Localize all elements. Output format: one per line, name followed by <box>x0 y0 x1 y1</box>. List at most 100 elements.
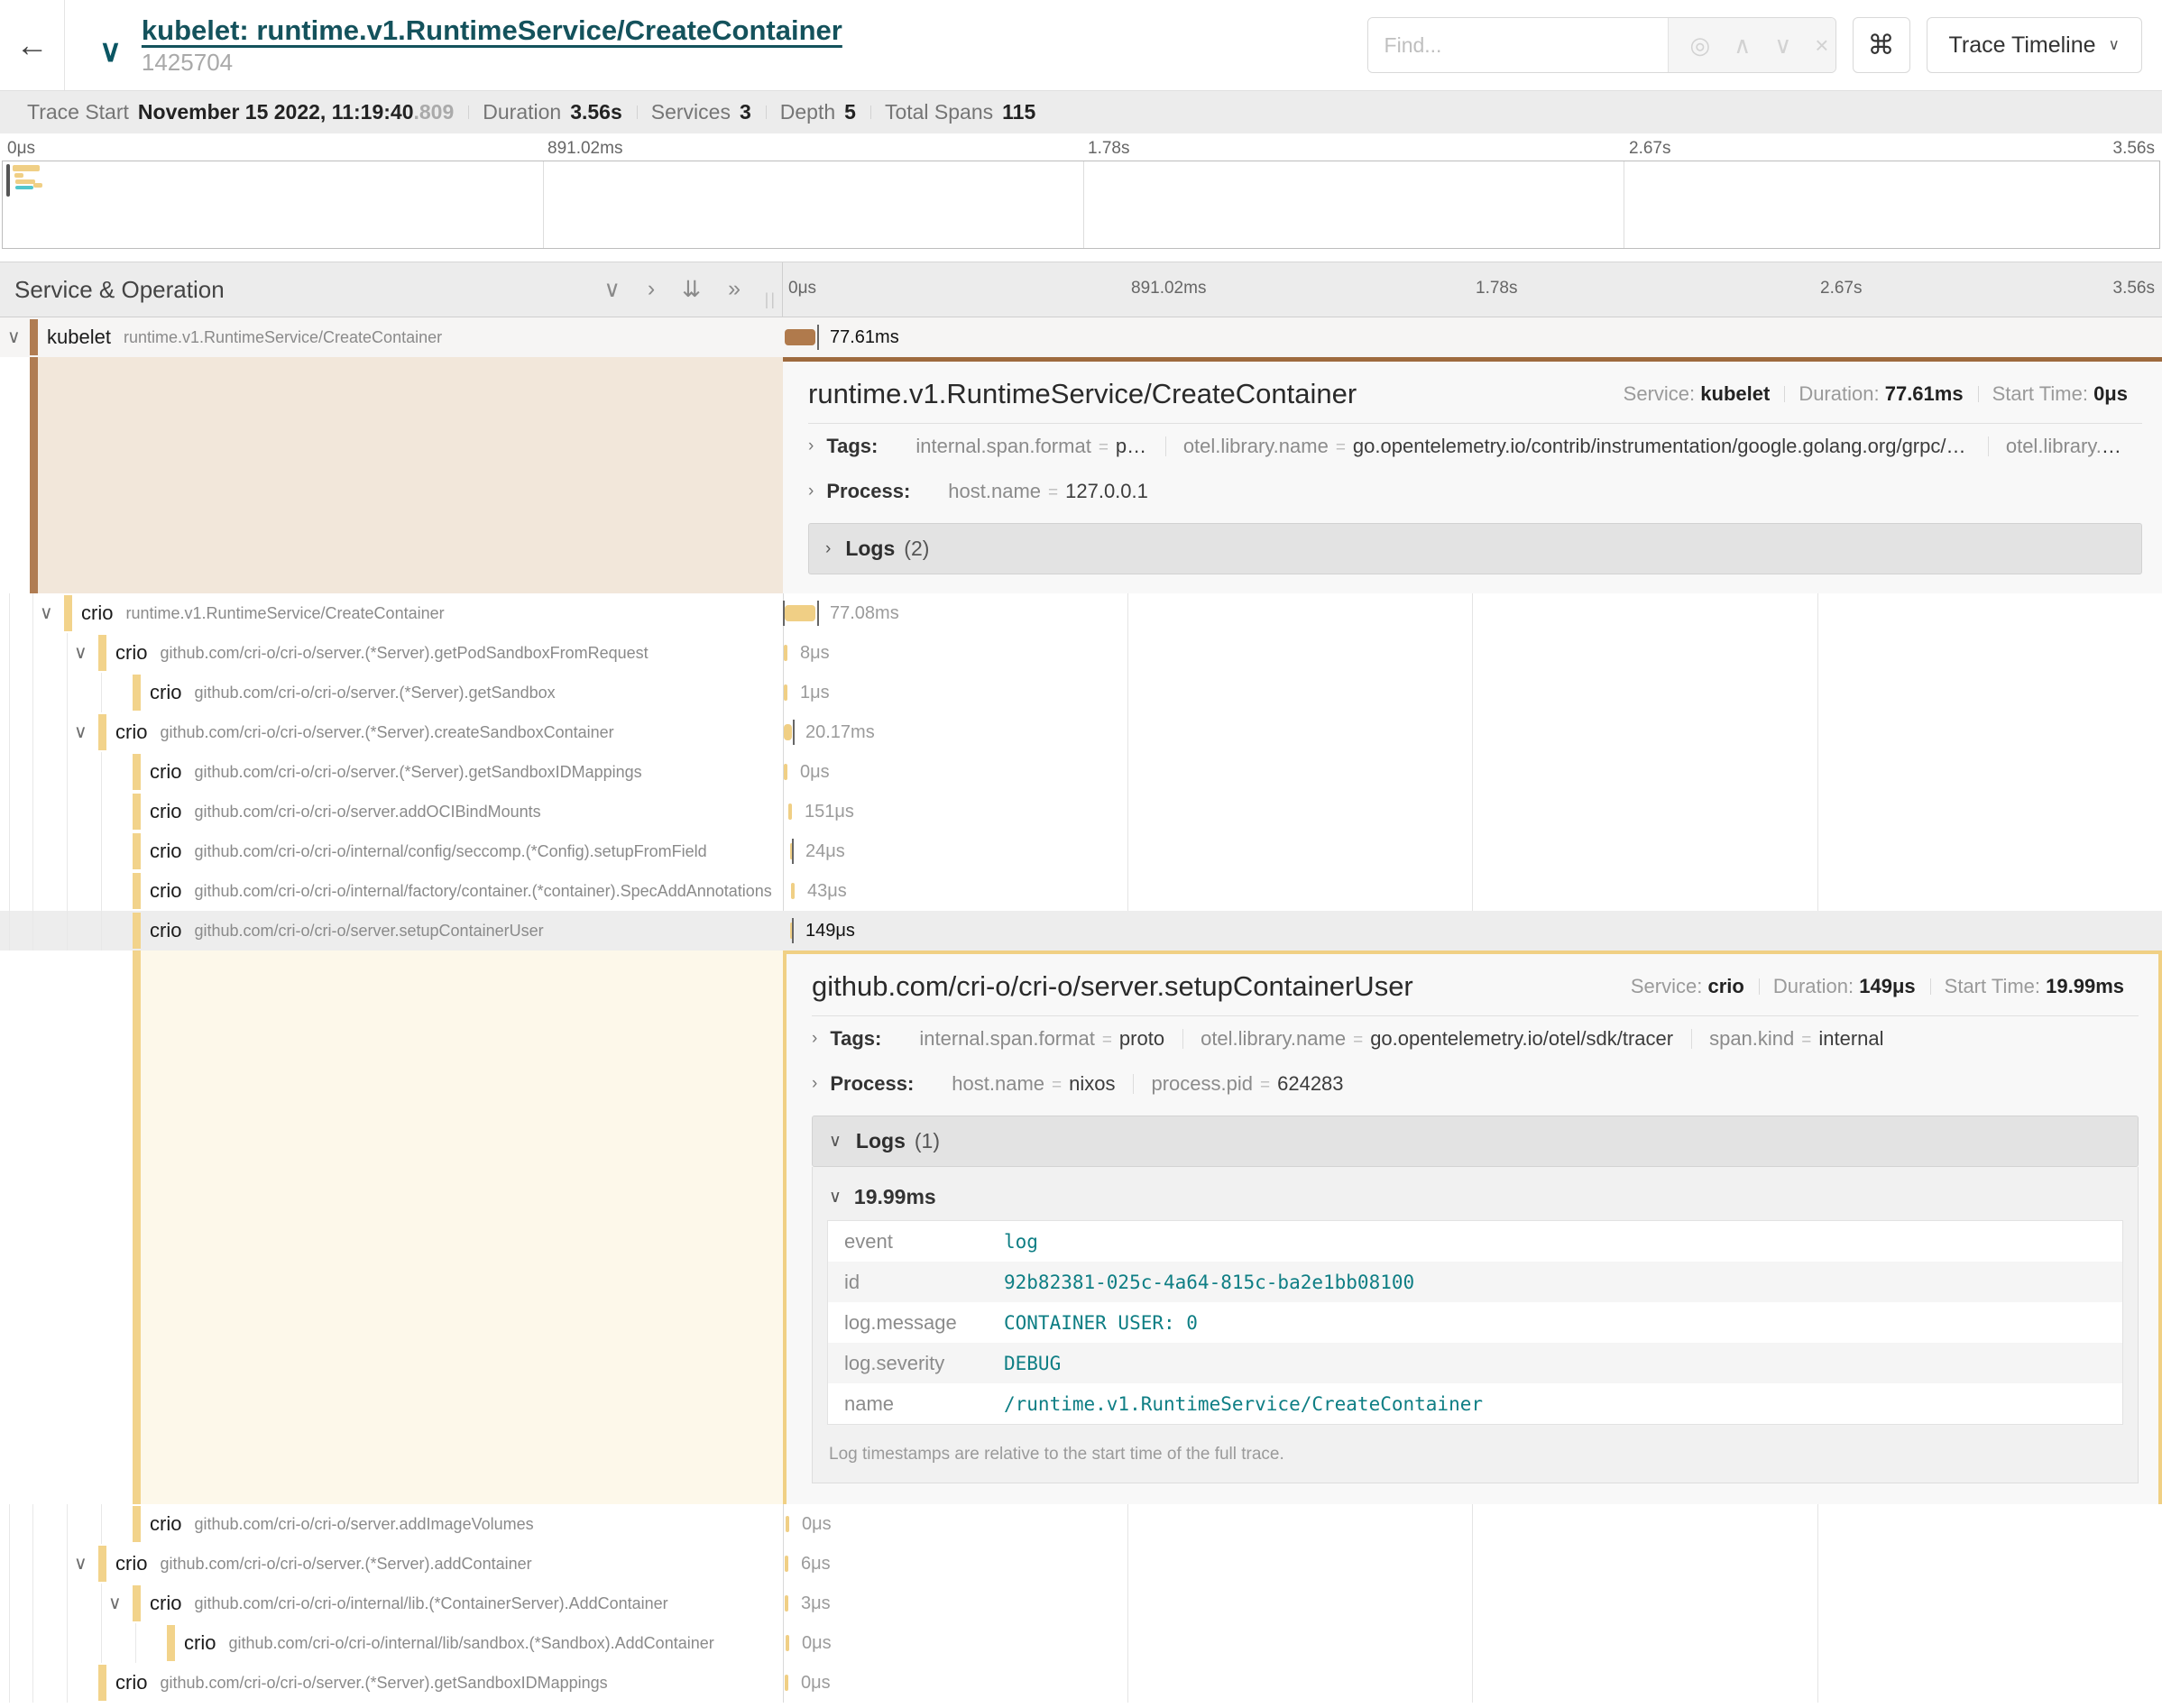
chevron-down-icon[interactable]: ∨ <box>74 1552 87 1575</box>
span-duration-label: 0μs <box>800 762 830 783</box>
span-row[interactable]: ∨ criogithub.com/cri-o/cri-o/server.(*Se… <box>0 633 2162 673</box>
span-row[interactable]: criogithub.com/cri-o/cri-o/server.(*Serv… <box>0 673 2162 712</box>
span-bar-cell[interactable]: 0μs <box>783 1663 2162 1703</box>
span-bar-cell[interactable]: 0μs <box>783 1623 2162 1663</box>
process-accordion[interactable]: › Process: host.name=127.0.0.1 <box>808 469 2142 514</box>
span-bar-cell[interactable]: 1μs <box>783 673 2162 712</box>
span-bar-cell[interactable]: 43μs <box>783 871 2162 911</box>
span-duration-bar[interactable] <box>785 605 815 621</box>
logs-accordion[interactable]: ∨ Logs (1) <box>812 1116 2139 1167</box>
span-duration-bar[interactable] <box>785 1595 788 1612</box>
span-duration-label: 1μs <box>800 683 830 703</box>
collapse-header-icon[interactable]: ∨ <box>99 33 122 69</box>
span-bar-cell[interactable]: 8μs <box>783 633 2162 673</box>
span-duration-bar[interactable] <box>786 1635 789 1651</box>
span-duration-bar[interactable] <box>785 1675 788 1691</box>
expand-all-icon[interactable]: » <box>728 276 741 303</box>
span-duration-bar[interactable] <box>788 803 792 820</box>
top-bar-actions: ◎ ∧ ∨ × ⌘ Trace Timeline ∨ <box>1367 17 2162 73</box>
span-row[interactable]: ∨ criogithub.com/cri-o/cri-o/server.(*Se… <box>0 712 2162 752</box>
log-field-row[interactable]: log.severityDEBUG <box>828 1343 2122 1383</box>
span-boundary-tick <box>792 918 794 943</box>
trace-depth: Depth5 <box>766 100 870 124</box>
log-field-row[interactable]: log.messageCONTAINER USER: 0 <box>828 1302 2122 1343</box>
chevron-down-icon[interactable]: ∨ <box>74 641 87 664</box>
span-bar-cell[interactable]: 77.61ms <box>783 317 2162 357</box>
trace-title-link[interactable]: kubelet: runtime.v1.RuntimeService/Creat… <box>142 14 842 47</box>
minimap-span-bar <box>15 179 35 184</box>
next-match-icon[interactable]: ∨ <box>1774 32 1791 60</box>
span-duration-label: 0μs <box>802 1633 832 1654</box>
keyboard-shortcuts-button[interactable]: ⌘ <box>1853 17 1910 73</box>
span-duration-bar[interactable] <box>791 883 795 899</box>
expand-one-icon[interactable]: › <box>648 276 655 303</box>
span-row[interactable]: criogithub.com/cri-o/cri-o/internal/lib/… <box>0 1623 2162 1663</box>
column-resizer[interactable]: || <box>765 290 777 309</box>
chevron-down-icon: ∨ <box>829 1131 842 1152</box>
process-accordion[interactable]: › Process: host.name=nixos process.pid=6… <box>812 1061 2139 1107</box>
span-row[interactable]: ∨ criogithub.com/cri-o/cri-o/internal/li… <box>0 1584 2162 1623</box>
chevron-down-icon[interactable]: ∨ <box>40 601 53 624</box>
span-bar-cell[interactable]: 20.17ms <box>783 712 2162 752</box>
span-row[interactable]: criogithub.com/cri-o/cri-o/server.(*Serv… <box>0 752 2162 792</box>
span-duration-label: 3μs <box>801 1593 831 1614</box>
timeline-minimap[interactable] <box>2 161 2160 249</box>
span-duration-label: 149μs <box>805 921 855 941</box>
span-bar-cell[interactable]: 6μs <box>783 1544 2162 1584</box>
chevron-down-icon[interactable]: ∨ <box>7 326 21 348</box>
span-duration-bar[interactable] <box>786 1516 789 1532</box>
minimap-span-bar <box>15 186 33 189</box>
span-bar-cell[interactable]: 77.08ms <box>783 593 2162 633</box>
span-row[interactable]: criogithub.com/cri-o/cri-o/internal/fact… <box>0 871 2162 911</box>
span-detail-row: runtime.v1.RuntimeService/CreateContaine… <box>0 357 2162 593</box>
log-field-row[interactable]: eventlog <box>828 1221 2122 1262</box>
timeline-ruler: 0μs 891.02ms 1.78s 2.67s 3.56s <box>783 262 2162 317</box>
span-duration-bar[interactable] <box>785 329 815 345</box>
log-entry-accordion[interactable]: ∨ 19.99ms <box>827 1176 2123 1220</box>
span-row[interactable]: ∨ crioruntime.v1.RuntimeService/CreateCo… <box>0 593 2162 633</box>
span-detail-card: runtime.v1.RuntimeService/CreateContaine… <box>783 357 2162 593</box>
minimap-ticks: 0μs 891.02ms 1.78s 2.67s 3.56s <box>0 133 2162 161</box>
view-selector-button[interactable]: Trace Timeline ∨ <box>1927 17 2142 73</box>
span-row[interactable]: ∨ kubeletruntime.v1.RuntimeService/Creat… <box>0 317 2162 357</box>
minimap-span-bar <box>33 183 42 188</box>
span-bar-cell[interactable]: 24μs <box>783 831 2162 871</box>
tags-accordion[interactable]: › Tags: internal.span.format=proto otel.… <box>808 424 2142 469</box>
chevron-down-icon[interactable]: ∨ <box>74 721 87 743</box>
span-row[interactable]: criogithub.com/cri-o/cri-o/server.addIma… <box>0 1504 2162 1544</box>
span-boundary-tick <box>817 601 819 626</box>
prev-match-icon[interactable]: ∧ <box>1734 32 1751 60</box>
span-row[interactable]: criogithub.com/cri-o/cri-o/server.addOCI… <box>0 792 2162 831</box>
find-input[interactable] <box>1368 18 1668 72</box>
span-duration-bar[interactable] <box>784 684 787 701</box>
span-row[interactable]: ∨ criogithub.com/cri-o/cri-o/server.(*Se… <box>0 1544 2162 1584</box>
chevron-down-icon: ∨ <box>2109 36 2120 54</box>
collapse-all-icon[interactable]: ⇊ <box>682 276 701 303</box>
logs-accordion[interactable]: › Logs (2) <box>808 523 2142 574</box>
span-bar-cell[interactable]: 0μs <box>783 1504 2162 1544</box>
clear-find-icon[interactable]: × <box>1815 32 1828 60</box>
span-bar-cell[interactable]: 3μs <box>783 1584 2162 1623</box>
log-field-row[interactable]: id92b82381-025c-4a64-815c-ba2e1bb08100 <box>828 1262 2122 1302</box>
span-row[interactable]: criogithub.com/cri-o/cri-o/internal/conf… <box>0 831 2162 871</box>
tags-accordion[interactable]: › Tags: internal.span.format=proto otel.… <box>812 1016 2139 1061</box>
span-duration-bar[interactable] <box>785 1556 788 1572</box>
span-bar-cell[interactable]: 149μs <box>783 911 2162 950</box>
chevron-down-icon[interactable]: ∨ <box>108 1592 122 1614</box>
span-row[interactable]: criogithub.com/cri-o/cri-o/server.(*Serv… <box>0 1663 2162 1703</box>
span-duration-label: 8μs <box>800 643 830 664</box>
log-timestamps-note: Log timestamps are relative to the start… <box>827 1425 2123 1483</box>
trace-title-group: ∨ kubelet: runtime.v1.RuntimeService/Cre… <box>65 14 1367 77</box>
span-bar-cell[interactable]: 151μs <box>783 792 2162 831</box>
span-duration-bar[interactable] <box>784 724 792 740</box>
span-row-selected[interactable]: criogithub.com/cri-o/cri-o/server.setupC… <box>0 911 2162 950</box>
span-bar-cell[interactable]: 0μs <box>783 752 2162 792</box>
span-duration-label: 0μs <box>802 1514 832 1535</box>
span-duration-bar[interactable] <box>784 764 787 780</box>
back-button[interactable]: ← <box>0 0 65 90</box>
span-duration-bar[interactable] <box>784 645 787 661</box>
log-field-row[interactable]: name/runtime.v1.RuntimeService/CreateCon… <box>828 1383 2122 1424</box>
collapse-one-icon[interactable]: ∨ <box>604 276 621 303</box>
locate-icon[interactable]: ◎ <box>1690 32 1711 60</box>
span-duration-label: 0μs <box>801 1673 831 1694</box>
